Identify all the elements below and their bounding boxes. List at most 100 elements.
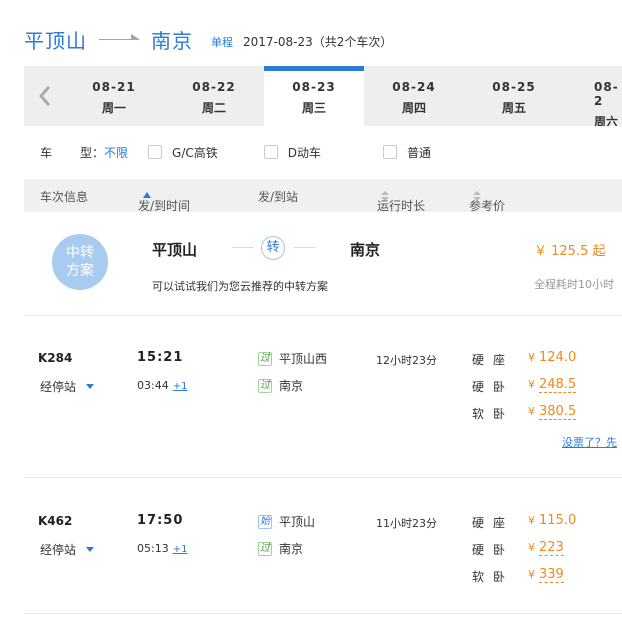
seat-type: 硬卧: [472, 543, 515, 557]
filter-normal-checkbox[interactable]: 普通: [383, 144, 431, 161]
to-city: 南京: [151, 28, 193, 53]
date-tab[interactable]: 08-2 周六: [564, 66, 622, 126]
seat-type: 硬卧: [472, 380, 515, 394]
train-number[interactable]: K284: [38, 351, 72, 365]
date-strip: 08-21 周一 08-22 周二 08-23 周三 08-24 周四 08-2…: [24, 66, 622, 126]
day-offset[interactable]: +1: [173, 544, 188, 555]
sort-icon: [381, 190, 389, 201]
stops-toggle[interactable]: 经停站: [40, 541, 95, 558]
pass-tag-icon: 过: [258, 541, 272, 556]
date-tab-weekday: 周三: [301, 101, 326, 115]
transfer-from: 平顶山: [152, 241, 198, 259]
seat-price-value: 124.0: [539, 350, 577, 365]
col-duration[interactable]: 运行时长: [377, 188, 425, 213]
duration: 11小时23分: [376, 517, 437, 530]
transfer-to: 南京: [350, 241, 381, 259]
date-tab-weekday: 周四: [401, 101, 426, 115]
filter-unlimited[interactable]: 不限: [104, 144, 128, 161]
seat-price[interactable]: ¥339: [528, 567, 564, 583]
date-tab-weekday: 周六: [594, 115, 619, 126]
filter-option-label: D动车: [287, 145, 322, 160]
checkbox-icon: [383, 145, 398, 159]
date-tab-date: 08-25: [492, 80, 536, 94]
col-dep-arr-station: 发/到站: [258, 190, 299, 204]
transfer-total-time: 全程耗时10小时: [534, 278, 614, 291]
arrival-station: 过南京: [258, 377, 303, 394]
col-ref-price[interactable]: 参考价: [469, 188, 505, 213]
filter-gc-checkbox[interactable]: G/C高铁: [148, 144, 218, 161]
arrival-time: 05:13: [137, 542, 169, 555]
arrival-time: 03:44: [137, 379, 169, 392]
date-tab-weekday: 周二: [201, 101, 226, 115]
date-tab[interactable]: 08-25 周五: [464, 66, 564, 126]
caret-down-icon: [86, 547, 95, 552]
filter-label-1: 车: [40, 145, 53, 160]
arrival-station-name: 南京: [279, 542, 304, 556]
departure-station-name: 平顶山西: [279, 352, 328, 366]
seat-price[interactable]: ¥124.0: [528, 350, 576, 365]
transfer-badge: 中转 方案: [52, 234, 108, 290]
start-tag-icon: 始: [258, 514, 272, 529]
transfer-line: [232, 247, 254, 248]
date-tab-weekday: 周一: [101, 101, 126, 115]
seat-price-value: 248.5: [539, 377, 577, 393]
seat-price-value: 339: [539, 567, 564, 583]
checkbox-icon: [263, 145, 278, 159]
seat-price-value: 223: [539, 540, 564, 556]
arrival-station-name: 南京: [279, 379, 304, 393]
stops-label: 经停站: [40, 543, 77, 557]
from-city: 平顶山: [24, 28, 87, 53]
train-row: K284 经停站 15:21 03:44 +1 过平顶山西 过南京 12小时23分…: [24, 316, 622, 478]
route-arrow-icon: [99, 32, 139, 46]
duration: 12小时23分: [376, 354, 437, 367]
stops-toggle[interactable]: 经停站: [40, 378, 95, 395]
date-tab-date: 08-22: [192, 80, 236, 94]
stops-label: 经停站: [40, 380, 77, 394]
seat-price[interactable]: ¥248.5: [528, 377, 577, 393]
transfer-line: [294, 247, 316, 248]
date-tab[interactable]: 08-22 周二: [164, 66, 264, 126]
col-dep-arr-time[interactable]: 发/到时间: [138, 188, 190, 213]
transfer-suggestion[interactable]: 中转 方案 平顶山 转 南京 ￥ 125.5 起 可以试试我们为您云推荐的中转方…: [24, 212, 622, 316]
seat-type: 软卧: [472, 407, 515, 421]
transfer-badge-line2: 方案: [66, 263, 94, 279]
departure-time: 17:50: [137, 513, 184, 528]
results-column-header: 车次信息 发/到时间 发/到站 运行时长 参考价: [24, 179, 622, 213]
chevron-left-icon: [39, 86, 50, 106]
filter-option-label: G/C高铁: [172, 145, 218, 160]
arrival-station: 过南京: [258, 540, 303, 557]
train-row: K462 经停站 17:50 05:13 +1 始平顶山 过南京 11小时23分 …: [24, 478, 622, 614]
prev-date-button[interactable]: [24, 66, 64, 126]
date-tab[interactable]: 08-21 周一: [64, 66, 164, 126]
pass-tag-icon: 过: [258, 351, 272, 366]
seat-price[interactable]: ¥380.5: [528, 404, 577, 420]
filter-option-label: 普通: [407, 145, 432, 160]
seat-type: 硬座: [472, 353, 515, 367]
day-offset[interactable]: +1: [173, 381, 188, 392]
train-type-filter: 车 型： 不限 G/C高铁 D动车 普通: [24, 132, 622, 172]
arrival-time-wrap: 05:13 +1: [137, 542, 187, 555]
seat-price[interactable]: ¥115.0: [528, 513, 576, 528]
train-number[interactable]: K462: [38, 514, 72, 528]
date-tab-selected[interactable]: 08-23 周三: [264, 66, 364, 126]
no-ticket-link[interactable]: 没票了？先: [562, 434, 617, 450]
arrival-time-wrap: 03:44 +1: [137, 379, 187, 392]
date-summary: 2017-08-23（共2个车次）: [243, 34, 393, 49]
seat-price-value: 115.0: [539, 513, 577, 528]
caret-down-icon: [86, 384, 95, 389]
seat-price[interactable]: ¥223: [528, 540, 564, 556]
col-train-info: 车次信息: [40, 190, 89, 204]
date-tab-date: 08-21: [92, 80, 136, 94]
date-tab[interactable]: 08-24 周四: [364, 66, 464, 126]
seat-price-value: 380.5: [539, 404, 577, 420]
trip-type: 单程: [211, 36, 233, 49]
date-tab-date: 08-23: [292, 80, 336, 94]
departure-station: 始平顶山: [258, 513, 315, 530]
seat-type: 软卧: [472, 570, 515, 584]
filter-d-checkbox[interactable]: D动车: [263, 144, 322, 161]
filter-label-2: 型：: [80, 145, 105, 160]
date-tab-date: 08-24: [392, 80, 436, 94]
departure-station: 过平顶山西: [258, 350, 327, 367]
transfer-via: 转: [261, 236, 285, 260]
date-tab-date: 08-2: [594, 80, 619, 108]
